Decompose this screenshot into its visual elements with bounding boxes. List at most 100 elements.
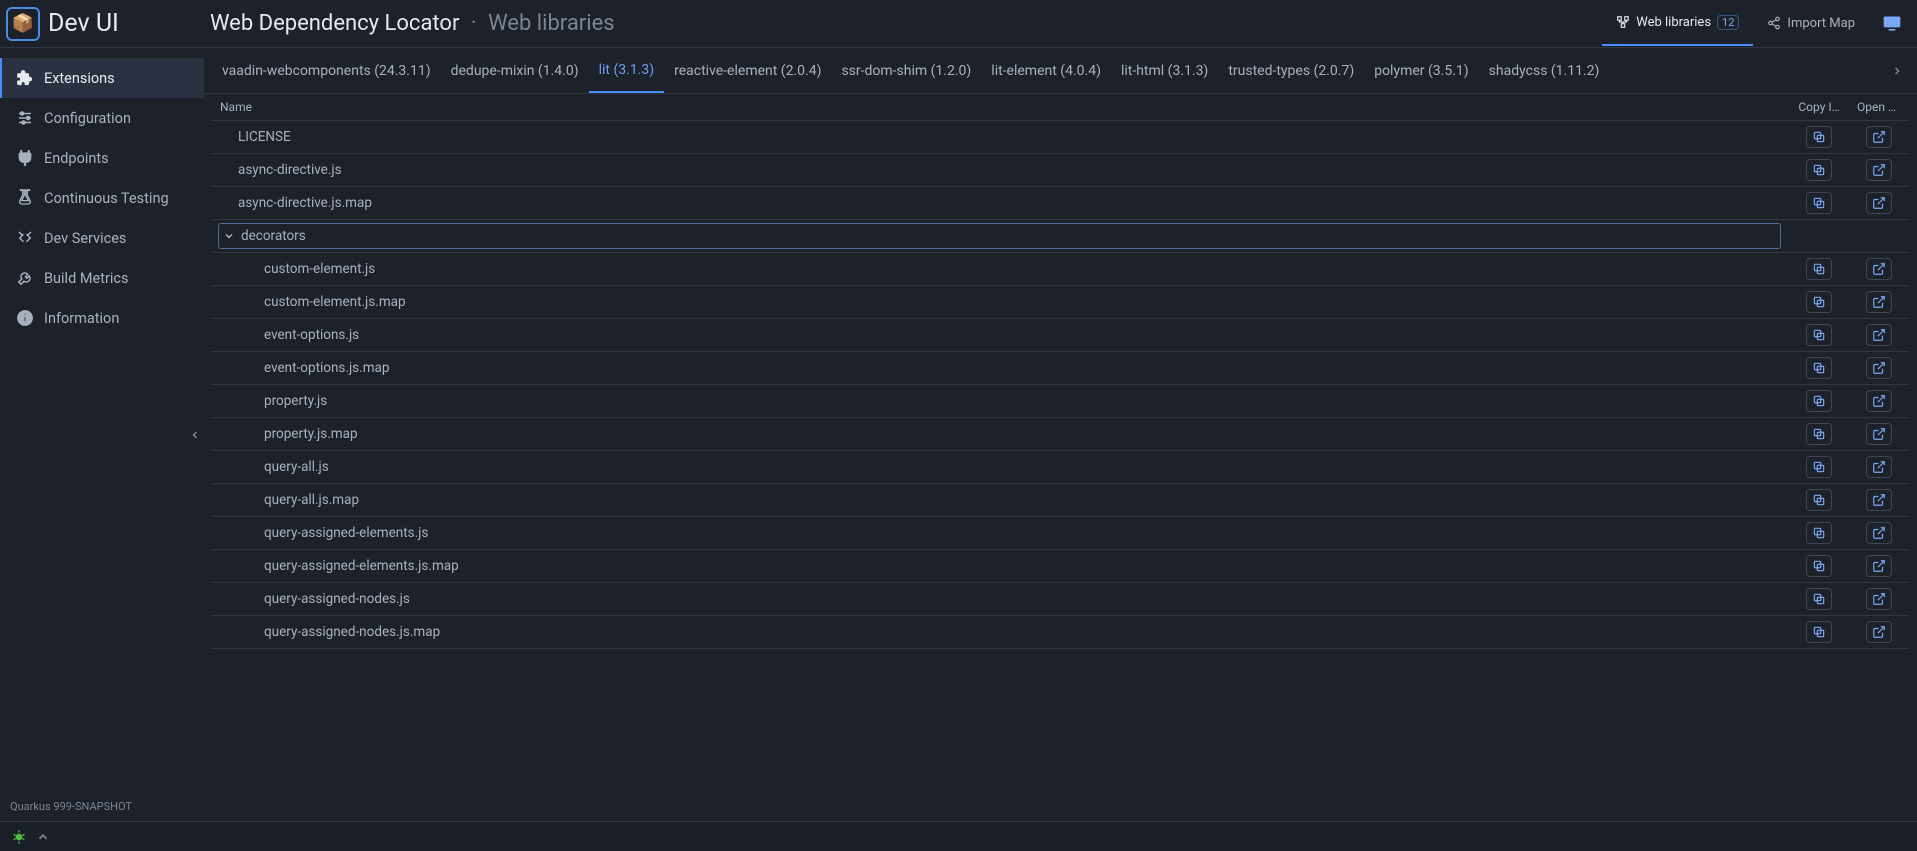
breadcrumb: Web Dependency Locator · Web libraries	[210, 11, 615, 36]
file-name: custom-element.js.map	[264, 294, 406, 310]
copy-button[interactable]	[1806, 390, 1832, 412]
footer-expand-button[interactable]	[36, 830, 50, 844]
copy-button[interactable]	[1806, 456, 1832, 478]
copy-button[interactable]	[1806, 555, 1832, 577]
tab-web-libraries-badge: 12	[1717, 15, 1739, 30]
open-button[interactable]	[1866, 192, 1892, 214]
file-name: LICENSE	[238, 129, 291, 145]
col-name[interactable]: Name	[212, 94, 1789, 121]
library-tab[interactable]: trusted-types (2.0.7)	[1218, 48, 1364, 93]
file-name: async-directive.js.map	[238, 195, 372, 211]
library-tab[interactable]: reactive-element (2.0.4)	[664, 48, 831, 93]
open-button[interactable]	[1866, 159, 1892, 181]
open-button[interactable]	[1866, 456, 1892, 478]
col-open[interactable]: Open as…	[1849, 94, 1909, 121]
chevron-down-icon	[223, 230, 235, 242]
copy-button[interactable]	[1806, 126, 1832, 148]
sidebar-item-information[interactable]: Information	[0, 298, 204, 338]
tab-web-libraries[interactable]: Web libraries 12	[1602, 0, 1753, 46]
file-row: query-assigned-elements.js.map	[212, 550, 1909, 583]
open-button[interactable]	[1866, 258, 1892, 280]
file-name: query-all.js	[264, 459, 329, 475]
open-button[interactable]	[1866, 390, 1892, 412]
sidebar-item-label: Information	[44, 310, 119, 327]
dev-services-icon	[14, 229, 36, 247]
sidebar-item-extensions[interactable]: Extensions	[0, 58, 204, 98]
file-name: query-assigned-nodes.js	[264, 591, 410, 607]
file-row: query-all.js.map	[212, 484, 1909, 517]
logo-text: Dev UI	[48, 9, 119, 38]
file-row: property.js.map	[212, 418, 1909, 451]
copy-button[interactable]	[1806, 192, 1832, 214]
copy-button[interactable]	[1806, 522, 1832, 544]
sidebar-item-endpoints[interactable]: Endpoints	[0, 138, 204, 178]
open-button[interactable]	[1866, 555, 1892, 577]
footer-bar	[0, 821, 1917, 851]
sidebar: ExtensionsConfiguration Endpoints Continuo…	[0, 48, 204, 821]
tabs-scroll-right[interactable]	[1885, 64, 1909, 78]
file-row: query-assigned-elements.js	[212, 517, 1909, 550]
chevron-right-icon	[1891, 64, 1903, 78]
page-title: Web Dependency Locator	[210, 11, 459, 36]
copy-button[interactable]	[1806, 423, 1832, 445]
file-row: event-options.js	[212, 319, 1909, 352]
bug-icon[interactable]	[10, 829, 28, 845]
sidebar-item-label: Build Metrics	[44, 270, 128, 287]
main: vaadin-webcomponents (24.3.11)dedupe-mix…	[204, 48, 1917, 821]
open-button[interactable]	[1866, 423, 1892, 445]
file-row: custom-element.js	[212, 253, 1909, 286]
continuous-testing-icon	[14, 189, 36, 207]
sidebar-item-configuration[interactable]: Configuration	[0, 98, 204, 138]
open-button[interactable]	[1866, 522, 1892, 544]
open-button[interactable]	[1866, 489, 1892, 511]
copy-button[interactable]	[1806, 621, 1832, 643]
copy-button[interactable]	[1806, 258, 1832, 280]
sidebar-item-label: Dev Services	[44, 230, 126, 247]
sidebar-item-build-metrics[interactable]: Build Metrics	[0, 258, 204, 298]
library-tab[interactable]: polymer (3.5.1)	[1364, 48, 1478, 93]
sidebar-item-label: Endpoints	[44, 150, 109, 167]
logo[interactable]: 📦 Dev UI	[6, 7, 210, 41]
copy-button[interactable]	[1806, 324, 1832, 346]
sidebar-item-dev-services[interactable]: Dev Services	[0, 218, 204, 258]
library-tab[interactable]: vaadin-webcomponents (24.3.11)	[212, 48, 441, 93]
build-metrics-icon	[14, 269, 36, 287]
col-copy[interactable]: Copy I…	[1789, 94, 1849, 121]
tab-import-map-label: Import Map	[1787, 16, 1855, 31]
file-row: event-options.js.map	[212, 352, 1909, 385]
open-button[interactable]	[1866, 588, 1892, 610]
open-button[interactable]	[1866, 126, 1892, 148]
open-button[interactable]	[1866, 621, 1892, 643]
folder-row[interactable]: decorators	[212, 220, 1909, 253]
open-button[interactable]	[1866, 357, 1892, 379]
library-tab[interactable]: shadycss (1.11.2)	[1479, 48, 1610, 93]
library-tab[interactable]: ssr-dom-shim (1.2.0)	[831, 48, 981, 93]
open-button[interactable]	[1866, 324, 1892, 346]
configuration-icon	[14, 109, 36, 127]
endpoints-icon	[14, 149, 36, 167]
tab-import-map[interactable]: Import Map	[1753, 0, 1869, 46]
file-name: query-assigned-nodes.js.map	[264, 624, 440, 640]
open-button[interactable]	[1866, 291, 1892, 313]
header-tabs: Web libraries 12 Import Map	[1602, 0, 1869, 47]
share-icon	[1767, 16, 1781, 30]
library-tab[interactable]: dedupe-mixin (1.4.0)	[441, 48, 589, 93]
sidebar-item-label: Continuous Testing	[44, 190, 169, 207]
file-name: property.js.map	[264, 426, 358, 442]
library-tab[interactable]: lit (3.1.3)	[589, 48, 665, 93]
tree-icon	[1616, 15, 1630, 29]
copy-button[interactable]	[1806, 159, 1832, 181]
monitor-icon[interactable]	[1881, 14, 1903, 34]
copy-button[interactable]	[1806, 588, 1832, 610]
library-tabs: vaadin-webcomponents (24.3.11)dedupe-mix…	[204, 48, 1917, 94]
copy-button[interactable]	[1806, 357, 1832, 379]
library-tab[interactable]: lit-element (4.0.4)	[981, 48, 1111, 93]
file-name: query-all.js.map	[264, 492, 359, 508]
chevron-up-icon	[36, 830, 50, 844]
sidebar-item-continuous-testing[interactable]: Continuous Testing	[0, 178, 204, 218]
folder-name: decorators	[241, 228, 306, 244]
library-tab[interactable]: lit-html (3.1.3)	[1111, 48, 1218, 93]
copy-button[interactable]	[1806, 291, 1832, 313]
sidebar-collapse-button[interactable]	[186, 415, 204, 455]
copy-button[interactable]	[1806, 489, 1832, 511]
